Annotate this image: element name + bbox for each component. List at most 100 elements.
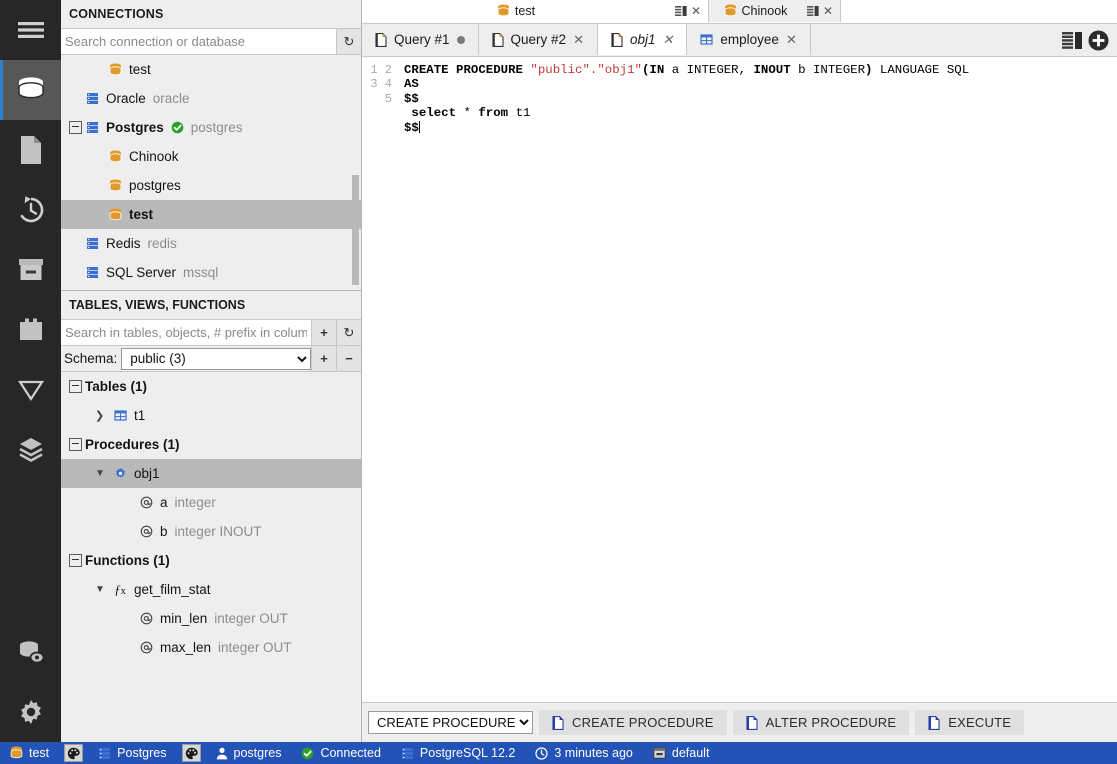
metadata-tree-item-label: max_len [160,640,212,655]
connection-tree-item-label: Chinook [129,149,179,164]
metadata-tree-item-functions-1[interactable]: Functions (1) [61,546,361,575]
connection-tree-item-postgres[interactable]: postgres [61,171,361,200]
status-server-version[interactable]: PostgreSQL 12.2 [391,742,525,764]
layers-icon[interactable] [0,420,61,480]
close-icon[interactable]: ✕ [573,32,584,48]
status-connection[interactable]: Postgres [88,742,176,764]
metadata-tree-item-obj1[interactable]: ▼ obj1 [61,459,361,488]
metadata-tree-item-t1[interactable]: ❯ t1 [61,401,361,430]
connection-tab-title: test [362,4,670,18]
metadata-refresh-icon[interactable]: ↻ [336,320,361,345]
database-icon [497,4,510,18]
status-item-label: test [29,746,50,760]
panel-layout-icon[interactable] [1062,31,1082,49]
collapse-toggle-icon[interactable] [69,380,85,393]
metadata-tree-item-procedures-1[interactable]: Procedures (1) [61,430,361,459]
connection-tree-item-postgres[interactable]: Postgres postgres [61,113,361,142]
status-color-2[interactable] [177,742,206,764]
editor-tab-query-2[interactable]: Query #2 ✕ [478,24,598,55]
editor-tab-query-1[interactable]: Query #1 [362,24,479,55]
close-icon[interactable]: ✕ [823,4,833,18]
add-tab-icon[interactable] [1088,30,1109,51]
database-monitor-icon[interactable] [0,622,61,682]
connection-refresh-icon[interactable]: ↻ [336,29,361,54]
panel-layout-icon[interactable] [806,6,819,16]
connection-search-input[interactable] [61,29,336,54]
metadata-tree-item-get-film-stat[interactable]: ▼ ƒx get_film_stat [61,575,361,604]
connections-panel-title: CONNECTIONS [61,0,361,29]
briefcase-icon[interactable] [0,300,61,360]
metadata-tree-item-b[interactable]: b integer INOUT [61,517,361,546]
connections-tree-scrollbar[interactable] [352,175,359,285]
sql-editor[interactable]: 1 2 3 4 5 CREATE PROCEDURE "public"."obj… [362,57,1117,702]
panel-layout-icon[interactable] [674,6,687,16]
metadata-tree-item-min-len[interactable]: min_len integer OUT [61,604,361,633]
ddl-buttons: CREATE PROCEDURE ALTER PROCEDURE EXECUTE [539,710,1025,735]
ddl-type-select[interactable]: CREATE PROCEDURE [368,711,533,734]
metadata-tree-item-label: Functions (1) [85,553,170,568]
connection-tree-item-test[interactable]: test [61,55,361,84]
close-icon[interactable]: ✕ [691,4,701,18]
schema-remove-icon[interactable]: − [336,346,361,371]
editor-tab-obj1[interactable]: obj1 ✕ [597,24,688,55]
status-profile[interactable]: default [643,742,720,764]
filter-icon[interactable] [0,360,61,420]
palette-icon[interactable] [64,744,84,762]
connection-tree-item-chinook[interactable]: Chinook [61,142,361,171]
object-toolbar: CREATE PROCEDURE CREATE PROCEDURE ALTER … [362,702,1117,742]
database-icon [106,179,124,193]
schema-add-icon[interactable]: + [311,346,336,371]
metadata-add-icon[interactable]: + [311,320,336,345]
metadata-tree[interactable]: Tables (1) ❯ t1 Procedures (1) ▼ obj1 a inte… [61,372,361,742]
metadata-tree-item-detail: integer OUT [214,611,288,626]
server-icon [83,237,101,250]
close-icon[interactable]: ✕ [786,32,797,48]
status-database[interactable]: test [0,742,59,764]
connection-tree-item-redis[interactable]: Redis redis [61,229,361,258]
metadata-panel-title: TABLES, VIEWS, FUNCTIONS [61,291,361,320]
status-color-1[interactable] [59,742,88,764]
settings-icon[interactable] [0,682,61,742]
editor-tab-employee[interactable]: employee ✕ [687,24,811,55]
archive-icon[interactable] [0,240,61,300]
editor-code[interactable]: CREATE PROCEDURE "public"."obj1"(IN a IN… [398,57,1117,702]
collapse-toggle-icon[interactable] [67,121,83,134]
palette-icon[interactable] [181,744,201,762]
server-icon [98,747,111,760]
close-icon[interactable]: ✕ [663,32,674,48]
connections-tree[interactable]: test Oracle oracle Postgres postgres Chin… [61,55,361,291]
sql-file-icon [375,32,387,47]
connection-tab-test[interactable]: test ✕ [362,0,709,22]
connection-tab-bar: test ✕ Chinook ✕ [362,0,1117,24]
chevron-down-icon[interactable]: ▼ [95,584,111,595]
status-last-refresh[interactable]: 3 minutes ago [525,742,643,764]
metadata-tree-item-detail: integer INOUT [174,524,262,539]
connection-tree-item-oracle[interactable]: Oracle oracle [61,84,361,113]
collapse-toggle-icon[interactable] [69,438,85,451]
at-icon [137,496,155,509]
status-connected[interactable]: Connected [291,742,390,764]
metadata-tree-item-label: get_film_stat [134,582,211,597]
connection-tree-item-sql-server[interactable]: SQL Server mssql [61,258,361,287]
table-icon [700,33,714,46]
query-history-icon[interactable] [0,180,61,240]
chevron-right-icon[interactable]: ❯ [95,409,111,422]
status-user[interactable]: postgres [206,742,292,764]
collapse-toggle-icon[interactable] [69,554,85,567]
database-icon [106,150,124,164]
metadata-tree-item-a[interactable]: a integer [61,488,361,517]
menu-icon[interactable] [0,0,61,60]
metadata-tree-item-max-len[interactable]: max_len integer OUT [61,633,361,662]
metadata-search-input[interactable] [61,320,311,345]
button-label: CREATE PROCEDURE [572,715,714,730]
connection-tree-item-test[interactable]: test [61,200,361,229]
alter-procedure-button[interactable]: ALTER PROCEDURE [732,710,910,735]
schema-select[interactable]: public (3) [121,347,311,370]
create-procedure-button[interactable]: CREATE PROCEDURE [539,710,727,735]
projects-icon[interactable] [0,120,61,180]
metadata-tree-item-tables-1[interactable]: Tables (1) [61,372,361,401]
connection-tab-chinook[interactable]: Chinook ✕ [709,0,841,22]
database-navigator-icon[interactable] [0,60,61,120]
execute-button[interactable]: EXECUTE [915,710,1025,735]
chevron-down-icon[interactable]: ▼ [95,468,111,479]
